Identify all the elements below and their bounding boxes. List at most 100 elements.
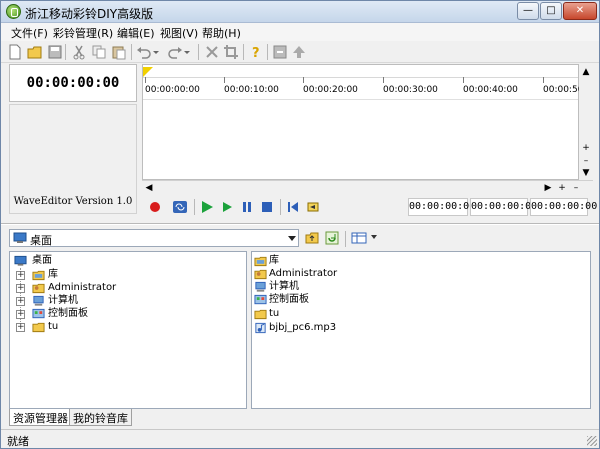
selection-length-time[interactable]: 00:00:00:00 (530, 198, 597, 216)
control-panel-icon (32, 308, 45, 319)
maximize-button[interactable]: □ (540, 2, 562, 20)
file-item-label: bjbj_pc6.mp3 (269, 322, 337, 333)
tree-item-label: Administrator (48, 282, 117, 293)
ruler-label: 00:00:50 (543, 85, 584, 95)
menu-file[interactable]: 文件(F) (11, 25, 48, 41)
up-folder-icon[interactable] (305, 231, 319, 245)
bottom-tabs: 资源管理器 我的铃音库 (9, 409, 599, 427)
waveform-area[interactable]: 00:00:00:00 00:00:10:00 00:00:20:00 00:0… (142, 64, 583, 180)
menu-bar: 文件(F) 彩铃管理(R) 编辑(E) 视图(V) 帮助(H) (1, 23, 599, 41)
play-all-icon[interactable] (200, 200, 214, 214)
pause-icon[interactable] (240, 200, 254, 214)
zoom-out-vertical-icon[interactable]: – (580, 155, 592, 167)
file-item-label: 计算机 (269, 281, 299, 292)
refresh-icon[interactable] (325, 231, 339, 245)
folder-tree: 桌面 + 库 + Administrator + 计算机 + 控制面板 + tu (9, 251, 247, 409)
scroll-down-icon[interactable]: ▼ (580, 167, 592, 179)
file-list: 库 Administrator 计算机 控制面板 tu bjbj_pc6.mp3 (251, 251, 591, 409)
view-mode-icon[interactable] (351, 231, 367, 245)
resize-grip-icon[interactable] (587, 436, 597, 446)
menu-view[interactable]: 视图(V) (160, 25, 198, 41)
status-text: 就绪 (7, 435, 29, 448)
selection-start-time[interactable]: 00:00:00:00 (408, 198, 475, 216)
tree-item-label: 控制面板 (48, 308, 88, 319)
control-panel-icon (254, 294, 267, 305)
ruler-label: 00:00:00:00 (145, 85, 200, 95)
expand-icon[interactable]: + (16, 271, 25, 280)
user-folder-icon (32, 283, 45, 294)
tab-explorer[interactable]: 资源管理器 (9, 409, 72, 426)
path-combobox[interactable]: 桌面 (9, 229, 299, 247)
import-icon[interactable] (272, 44, 288, 60)
ruler-label: 00:00:30:00 (383, 85, 438, 95)
loop-icon[interactable] (172, 200, 188, 214)
play-icon[interactable] (220, 200, 234, 214)
crop-icon[interactable] (223, 44, 239, 60)
folder-icon (254, 309, 267, 320)
go-start-icon[interactable] (286, 200, 300, 214)
help-icon[interactable]: ? (248, 44, 264, 60)
editor-info-panel: WaveEditor Version 1.0 (9, 104, 137, 214)
expand-icon[interactable]: + (16, 310, 25, 319)
svg-text:?: ? (252, 46, 260, 60)
tree-item-label: 库 (48, 269, 58, 280)
close-button[interactable]: ✕ (563, 2, 597, 20)
expand-icon[interactable]: + (16, 284, 25, 293)
scroll-up-icon[interactable]: ▲ (580, 66, 592, 78)
zoom-in-vertical-icon[interactable]: + (580, 142, 592, 154)
expand-icon[interactable]: + (16, 323, 25, 332)
redo-icon[interactable] (167, 44, 183, 60)
chevron-down-icon[interactable] (288, 236, 296, 241)
menu-edit[interactable]: 编辑(E) (117, 25, 155, 41)
ruler-label: 00:00:20:00 (303, 85, 358, 95)
library-icon (32, 270, 45, 281)
menu-help[interactable]: 帮助(H) (202, 25, 241, 41)
transport-bar: 00:00:00:00 00:00:00:00 00:00:00:00 (142, 196, 597, 218)
toolbar: ? (1, 41, 599, 63)
new-icon[interactable] (7, 44, 23, 60)
zoom-out-horizontal-icon[interactable]: – (570, 182, 582, 194)
ruler-label: 00:00:40:00 (463, 85, 518, 95)
view-mode-dropdown-icon[interactable] (370, 233, 378, 241)
copy-icon[interactable] (91, 44, 107, 60)
minimize-button[interactable]: — (517, 2, 539, 20)
expand-icon[interactable]: + (16, 297, 25, 306)
status-bar: 就绪 (1, 429, 599, 448)
divider (1, 223, 599, 225)
title-bar: 浙江移动彩铃DIY高级版 — □ ✕ (1, 1, 599, 23)
app-icon (6, 4, 21, 19)
desktop-icon (14, 255, 27, 266)
record-icon[interactable] (148, 200, 162, 214)
horizontal-scrollbar[interactable]: ◀ ▶ + – (142, 180, 593, 194)
save-icon[interactable] (47, 44, 63, 60)
redo-dropdown-icon[interactable] (182, 44, 192, 60)
open-icon[interactable] (27, 44, 43, 60)
zoom-in-horizontal-icon[interactable]: + (556, 182, 568, 194)
delete-icon[interactable] (204, 44, 220, 60)
undo-dropdown-icon[interactable] (151, 44, 161, 60)
version-label: WaveEditor Version 1.0 (13, 196, 133, 207)
tab-my-ringtones[interactable]: 我的铃音库 (69, 409, 132, 426)
vertical-scrollbar[interactable]: ▲ + – ▼ (579, 64, 593, 180)
paste-icon[interactable] (111, 44, 127, 60)
scroll-left-icon[interactable]: ◀ (143, 182, 155, 194)
main-window: 浙江移动彩铃DIY高级版 — □ ✕ 文件(F) 彩铃管理(R) 编辑(E) 视… (0, 0, 600, 449)
file-item-label: 控制面板 (269, 294, 309, 305)
file-item-label: Administrator (269, 268, 338, 279)
cut-icon[interactable] (71, 44, 87, 60)
go-end-icon[interactable] (306, 200, 320, 214)
audio-file-icon (255, 322, 266, 334)
tree-item-label: 桌面 (32, 255, 52, 266)
file-item-label: tu (269, 308, 280, 319)
stop-icon[interactable] (260, 200, 274, 214)
computer-icon (33, 295, 44, 306)
tree-item-label: 计算机 (48, 295, 78, 306)
scroll-right-icon[interactable]: ▶ (542, 182, 554, 194)
playhead-marker[interactable] (143, 67, 153, 77)
upload-icon[interactable] (291, 44, 307, 60)
current-time-display: 00:00:00:00 (9, 64, 137, 102)
selection-end-time[interactable]: 00:00:00:00 (470, 198, 537, 216)
folder-icon (32, 322, 45, 333)
undo-icon[interactable] (136, 44, 152, 60)
menu-ringtone-manage[interactable]: 彩铃管理(R) (53, 25, 113, 41)
